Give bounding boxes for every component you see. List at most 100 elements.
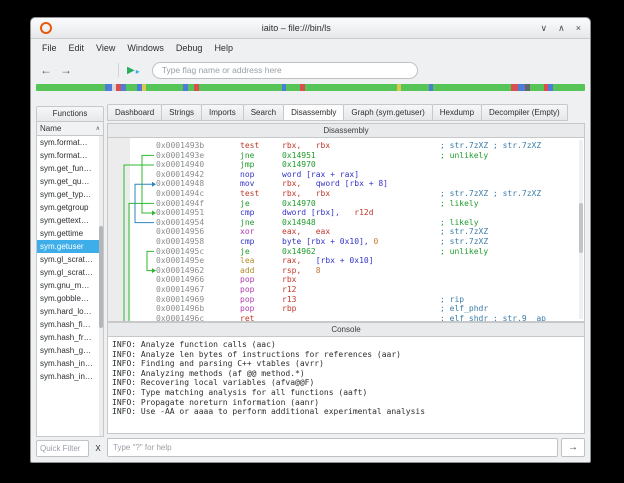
console-command-input[interactable] (107, 438, 558, 457)
menu-windows[interactable]: Windows (121, 41, 170, 55)
console-panel-title[interactable]: Console (107, 322, 585, 337)
instruction-comment: ; elf_shdr ; str.9__ap (440, 314, 546, 322)
disassembly-line[interactable]: 0x0001495elearax, [rbx + 0x10] (156, 256, 576, 266)
disassembly-line[interactable]: 0x00014966poprbx (156, 275, 576, 285)
tab-decompiler-empty[interactable]: Decompiler (Empty) (481, 104, 568, 121)
function-list-item[interactable]: sym.getgroup (37, 201, 103, 214)
tab-search[interactable]: Search (243, 104, 284, 121)
instruction-address: 0x0001496b (156, 304, 240, 314)
menu-debug[interactable]: Debug (170, 41, 209, 55)
function-list-item[interactable]: sym.gl_scrat… (37, 253, 103, 266)
instruction-address: 0x0001493b (156, 141, 240, 151)
instruction-comment: ; str.7zXZ ; str.7zXZ (440, 189, 541, 198)
function-list-item[interactable]: sym.gobble… (37, 292, 103, 305)
tab-disassembly[interactable]: Disassembly (283, 104, 344, 121)
function-list-item[interactable]: sym.gl_scrat… (37, 266, 103, 279)
disassembly-line[interactable]: 0x0001496cret; elf_shdr ; str.9__ap (156, 314, 576, 322)
disassembly-line[interactable]: 0x0001494fje0x14970; likely (156, 199, 576, 209)
quick-filter-clear-button[interactable]: X (92, 444, 104, 453)
function-list-item[interactable]: sym.hard_lo… (37, 305, 103, 318)
function-list-scrollbar[interactable] (99, 136, 103, 436)
disassembly-lines: 0x0001493btestrbx, rbx; str.7zXZ ; str.7… (156, 141, 576, 322)
menu-file[interactable]: File (36, 41, 63, 55)
quick-filter-input[interactable] (36, 440, 89, 457)
disassembly-panel-title[interactable]: Disassembly (107, 123, 585, 138)
disassembly-line[interactable]: 0x00014948movrbx, qword [rbx + 8] (156, 179, 576, 189)
title-bar[interactable]: iaito – file:///bin/ls ∨ ∧ × (31, 18, 590, 39)
execute-arrow-icon: → (568, 442, 578, 453)
functions-dock-title[interactable]: Functions (36, 106, 104, 122)
tab-hexdump[interactable]: Hexdump (432, 104, 482, 121)
seek-segment (511, 84, 518, 91)
disassembly-line[interactable]: 0x00014954jne0x14948; likely (156, 218, 576, 228)
minimize-button[interactable]: ∨ (541, 24, 548, 33)
disassembly-scrollbar[interactable] (579, 140, 583, 319)
instruction-operands: 0x14951 (282, 151, 440, 161)
menu-view[interactable]: View (90, 41, 121, 55)
seek-bar[interactable] (36, 84, 585, 91)
function-list-item[interactable]: sym.getuser (37, 240, 103, 253)
debug-start-icon[interactable]: ▶ (127, 65, 135, 76)
forward-icon[interactable]: → (60, 63, 72, 77)
operand: rbx (301, 141, 330, 150)
operand: rbx, (282, 179, 301, 188)
operand: byte [rbx + 0x10], (282, 237, 369, 246)
disassembly-scrollbar-thumb[interactable] (579, 203, 583, 253)
instruction-mnemonic: mov (240, 179, 282, 189)
function-list-item[interactable]: sym.format… (37, 149, 103, 162)
function-list-item[interactable]: sym.gettext… (37, 214, 103, 227)
tab-imports[interactable]: Imports (201, 104, 244, 121)
quick-filter-row: X (36, 440, 104, 457)
seek-segment (146, 84, 183, 91)
toolbar-separator (118, 63, 119, 77)
function-list-item[interactable]: sym.hash_fi… (37, 318, 103, 331)
function-list-item[interactable]: sym.hash_in… (37, 357, 103, 370)
menu-help[interactable]: Help (208, 41, 239, 55)
instruction-operands: byte [rbx + 0x10], 0 (282, 237, 440, 247)
disassembly-line[interactable]: 0x0001494ctestrbx, rbx; str.7zXZ ; str.7… (156, 189, 576, 199)
disassembly-line[interactable]: 0x00014962addrsp, 8 (156, 266, 576, 276)
maximize-button[interactable]: ∧ (558, 24, 565, 33)
disassembly-line[interactable]: 0x00014958cmpbyte [rbx + 0x10], 0; str.7… (156, 237, 576, 247)
back-icon[interactable]: ← (40, 63, 52, 77)
console-execute-button[interactable]: → (561, 438, 585, 457)
functions-column-header[interactable]: Name ∧ (36, 122, 104, 136)
instruction-mnemonic: pop (240, 304, 282, 314)
tab-strings[interactable]: Strings (161, 104, 202, 121)
function-list-item[interactable]: sym.gnu_m… (37, 279, 103, 292)
disassembly-line[interactable]: 0x00014956xoreax, eax; str.7zXZ (156, 227, 576, 237)
operand: 8 (301, 266, 320, 275)
omnibar-search-input[interactable] (152, 62, 418, 79)
disassembly-line[interactable]: 0x00014969popr13; rip (156, 295, 576, 305)
function-list-item[interactable]: sym.get_typ… (37, 188, 103, 201)
menu-edit[interactable]: Edit (63, 41, 91, 55)
function-list-item[interactable]: sym.get_qu… (37, 175, 103, 188)
function-list-item[interactable]: sym.hash_in… (37, 370, 103, 383)
tab-dashboard[interactable]: Dashboard (107, 104, 162, 121)
tab-graph-sym-getuser[interactable]: Graph (sym.getuser) (343, 104, 432, 121)
function-list-scrollbar-thumb[interactable] (99, 226, 103, 328)
disassembly-line[interactable]: 0x00014967popr12 (156, 285, 576, 295)
disassembly-line[interactable]: 0x0001493ejne0x14951; unlikely (156, 151, 576, 161)
debug-continue-icon[interactable]: ▸ (136, 67, 140, 76)
disassembly-line[interactable]: 0x00014951cmpdword [rbx], r12d (156, 208, 576, 218)
operand: r12 (282, 285, 296, 294)
disassembly-line[interactable]: 0x0001495cje0x14962; unlikely (156, 247, 576, 257)
disassembly-line[interactable]: 0x0001493btestrbx, rbx; str.7zXZ ; str.7… (156, 141, 576, 151)
close-button[interactable]: × (576, 24, 581, 33)
function-list-item[interactable]: sym.gettime (37, 227, 103, 240)
disassembly-line[interactable]: 0x0001496bpoprbp; elf_phdr (156, 304, 576, 314)
disassembly-view[interactable]: 0x0001493btestrbx, rbx; str.7zXZ ; str.7… (107, 138, 585, 322)
instruction-operands: r13 (282, 295, 440, 305)
instruction-operands: 0x14948 (282, 218, 440, 228)
disassembly-line[interactable]: 0x00014940jmp0x14970 (156, 160, 576, 170)
function-list-item[interactable]: sym.format… (37, 136, 103, 149)
instruction-mnemonic: jmp (240, 160, 282, 170)
disassembly-line[interactable]: 0x00014942nopword [rax + rax] (156, 170, 576, 180)
column-header-name: Name (40, 124, 61, 133)
operand: 0x14970 (282, 199, 316, 208)
operand: 0x14962 (282, 247, 316, 256)
function-list-item[interactable]: sym.get_fun… (37, 162, 103, 175)
function-list-item[interactable]: sym.hash_g… (37, 344, 103, 357)
function-list-item[interactable]: sym.hash_fr… (37, 331, 103, 344)
